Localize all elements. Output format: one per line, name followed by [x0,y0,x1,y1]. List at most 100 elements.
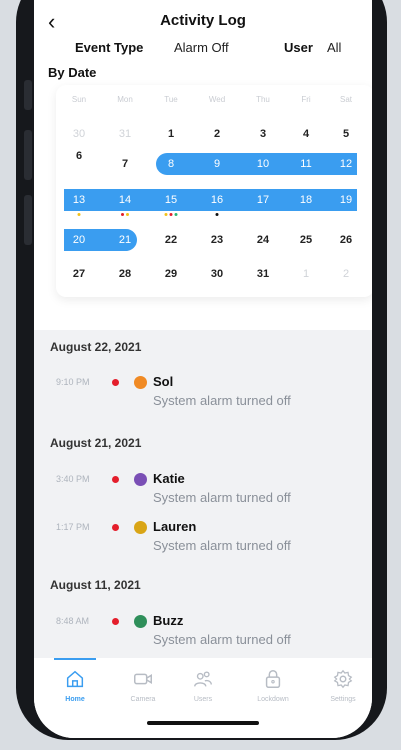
user-name: Lauren [153,519,197,534]
calendar-day[interactable]: 27 [64,267,94,281]
tab-label: Users [193,696,213,703]
alarm-status-dot [112,476,119,483]
calendar-day[interactable]: 9 [202,157,232,171]
weekday-label: Sat [339,95,352,104]
calendar-day[interactable]: 18 [291,193,321,207]
calendar-day[interactable]: 22 [156,233,186,247]
event-dot [215,213,219,216]
volume-up-button [24,130,32,180]
calendar-day[interactable]: 20 [64,233,94,247]
weekday-label: Tue [164,95,178,104]
home-icon [45,668,105,690]
calendar-day[interactable]: 30 [202,267,232,281]
entry-description: System alarm turned off [153,538,291,553]
calendar-day[interactable]: 1 [156,127,186,141]
calendar-day[interactable]: 6 [64,149,94,163]
calendar-day[interactable]: 24 [248,233,278,247]
weekday-label: Fri [301,95,311,104]
calendar-day[interactable]: 26 [331,233,361,247]
calendar-day[interactable]: 5 [331,127,361,141]
gear-icon [313,668,372,690]
event-dots [215,213,219,216]
calendar-day[interactable]: 15 [156,193,186,207]
event-type-label: Event Type [75,40,144,55]
tab-label: Settings [330,696,356,703]
calendar-day[interactable]: 8 [156,157,186,171]
tab-users[interactable]: Users [173,668,233,703]
page-title: Activity Log [160,12,246,29]
calendar-day[interactable]: 12 [331,157,361,171]
entry-description: System alarm turned off [153,393,291,408]
date-header: August 22, 2021 [50,340,142,354]
calendar-day[interactable]: 14 [110,193,140,207]
calendar-day[interactable]: 16 [202,193,232,207]
active-tab-indicator [54,658,96,660]
entry-time: 9:10 PM [56,377,90,387]
calendar-day[interactable]: 19 [331,193,361,207]
tab-camera[interactable]: Camera [113,668,173,703]
tab-settings[interactable]: Settings [313,668,372,703]
tab-label: Lockdown [257,696,289,703]
header: ‹ Activity Log Event Type Alarm Off User… [34,0,372,330]
user-label: User [284,40,313,55]
alarm-status-dot [112,524,119,531]
event-dots [121,213,129,216]
calendar-day[interactable]: 23 [202,233,232,247]
activity-entry[interactable]: 8:48 AM Buzz System alarm turned off [34,612,372,654]
event-dot [126,213,129,216]
calendar-day[interactable]: 3 [248,127,278,141]
camera-icon [113,668,173,690]
user-name: Sol [153,374,174,389]
calendar-day[interactable]: 4 [291,127,321,141]
calendar-day[interactable]: 11 [291,157,321,171]
event-dots [164,213,178,216]
user-avatar [134,521,147,534]
user-select[interactable]: All [327,40,341,55]
home-indicator [147,721,259,725]
event-dot [121,213,124,216]
calendar-day[interactable]: 1 [291,267,321,281]
user-avatar [134,615,147,628]
activity-entry[interactable]: 1:17 PM Lauren System alarm turned off [34,518,372,560]
activity-entry[interactable]: 3:40 PM Katie System alarm turned off [34,470,372,512]
alarm-status-dot [112,379,119,386]
user-avatar [134,473,147,486]
event-dot [164,213,168,216]
entry-time: 1:17 PM [56,522,90,532]
calendar-day[interactable]: 29 [156,267,186,281]
date-header: August 11, 2021 [50,578,141,592]
tab-label: Home [65,696,85,703]
user-name: Katie [153,471,185,486]
calendar-day[interactable]: 17 [248,193,278,207]
event-dot [169,213,173,216]
weekday-label: Thu [256,95,270,104]
user-avatar [134,376,147,389]
lock-icon [243,668,303,690]
calendar-day[interactable]: 13 [64,193,94,207]
alarm-status-dot [112,618,119,625]
date-header: August 21, 2021 [50,436,142,450]
tab-home[interactable]: Home [45,668,105,703]
calendar-day[interactable]: 2 [202,127,232,141]
calendar-day[interactable]: 10 [248,157,278,171]
tab-label: Camera [130,696,156,703]
calendar-day[interactable]: 25 [291,233,321,247]
entry-description: System alarm turned off [153,490,291,505]
mute-button [24,80,32,110]
calendar-day[interactable]: 21 [110,233,140,247]
calendar-day[interactable]: 7 [110,157,140,171]
calendar-day[interactable]: 2 [331,267,361,281]
calendar-day[interactable]: 31 [248,267,278,281]
event-dot [174,213,178,216]
calendar-day[interactable]: 28 [110,267,140,281]
calendar-day[interactable]: 30 [64,127,94,141]
tab-bar: Home Camera Users Lockdown Settings [34,658,372,738]
entry-description: System alarm turned off [153,632,291,647]
event-type-select[interactable]: Alarm Off [174,40,229,55]
user-name: Buzz [153,613,184,628]
tab-lockdown[interactable]: Lockdown [243,668,303,703]
calendar-day[interactable]: 31 [110,127,140,141]
users-icon [173,668,233,690]
volume-down-button [24,195,32,245]
activity-entry[interactable]: 9:10 PM Sol System alarm turned off [34,373,372,415]
